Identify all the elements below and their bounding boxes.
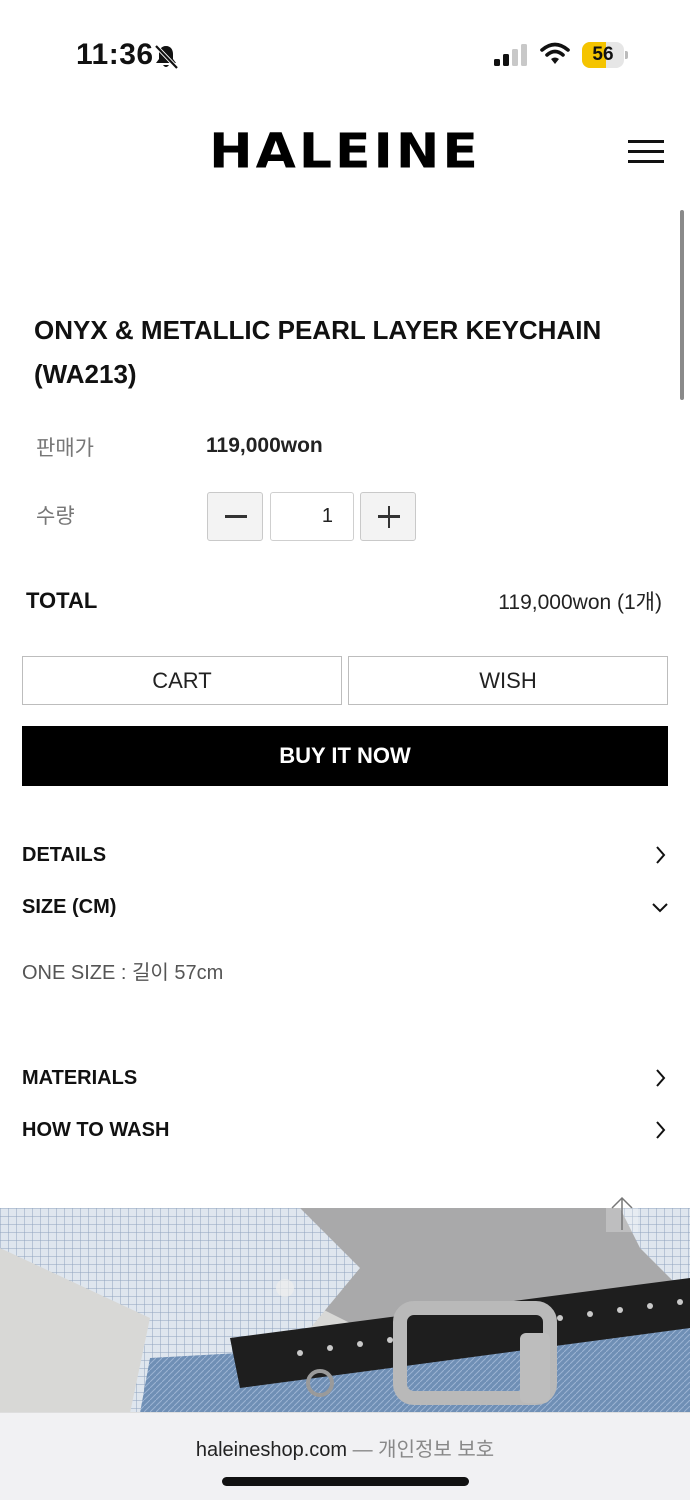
total-label: TOTAL bbox=[26, 588, 98, 613]
price-value: 119,000won bbox=[206, 434, 323, 457]
cellular-signal-icon bbox=[494, 44, 527, 66]
minus-icon bbox=[225, 515, 247, 518]
quantity-increase-button[interactable] bbox=[360, 492, 416, 541]
accordion-how-to-wash-label: HOW TO WASH bbox=[22, 1119, 170, 1141]
total-value: 119,000won (1개) bbox=[498, 591, 662, 614]
browser-address-bar[interactable]: haleineshop.com — 개인정보 보호 bbox=[0, 1412, 690, 1500]
chevron-right-icon bbox=[656, 1121, 666, 1139]
product-title: ONYX & METALLIC PEARL LAYER KEYCHAIN (WA… bbox=[34, 315, 602, 389]
page-scrollbar[interactable] bbox=[680, 210, 684, 400]
scroll-to-top-icon[interactable] bbox=[604, 1192, 640, 1234]
chevron-right-icon bbox=[656, 1069, 666, 1087]
buy-it-now-button[interactable]: BUY IT NOW bbox=[22, 726, 668, 786]
accordion-details-label: DETAILS bbox=[22, 844, 107, 866]
price-label: 판매가 bbox=[36, 437, 94, 460]
quantity-label: 수량 bbox=[36, 505, 75, 528]
accordion-size-label: SIZE (CM) bbox=[22, 896, 117, 918]
cart-button[interactable]: CART bbox=[22, 656, 342, 705]
size-description: ONE SIZE : 길이 57cm bbox=[22, 962, 224, 984]
wish-button[interactable]: WISH bbox=[348, 656, 668, 705]
brand-logo[interactable]: HALEINE bbox=[0, 124, 690, 179]
quantity-input[interactable] bbox=[270, 492, 354, 541]
home-indicator[interactable] bbox=[222, 1477, 469, 1486]
accordion-materials[interactable]: MATERIALS bbox=[22, 1061, 670, 1101]
battery-level: 56 bbox=[592, 44, 614, 65]
accordion-how-to-wash[interactable]: HOW TO WASH bbox=[22, 1113, 670, 1153]
quantity-decrease-button[interactable] bbox=[207, 492, 263, 541]
hamburger-menu-icon[interactable] bbox=[628, 140, 664, 164]
accordion-details[interactable]: DETAILS bbox=[22, 838, 670, 878]
product-photo bbox=[0, 1208, 690, 1413]
accordion-materials-label: MATERIALS bbox=[22, 1067, 138, 1089]
browser-url[interactable]: haleineshop.com — 개인정보 보호 bbox=[0, 1433, 690, 1462]
chevron-down-icon bbox=[652, 903, 668, 913]
status-bar: 11:36 56 bbox=[0, 0, 690, 100]
browser-privacy-label: — 개인정보 보호 bbox=[352, 1439, 495, 1461]
battery-icon: 56 bbox=[582, 42, 628, 68]
wifi-icon bbox=[540, 42, 570, 64]
chevron-right-icon bbox=[656, 846, 666, 864]
bell-slash-icon bbox=[154, 44, 179, 70]
browser-domain: haleineshop.com bbox=[195, 1439, 348, 1461]
status-time: 11:36 bbox=[76, 38, 154, 71]
accordion-size[interactable]: SIZE (CM) bbox=[22, 890, 670, 930]
